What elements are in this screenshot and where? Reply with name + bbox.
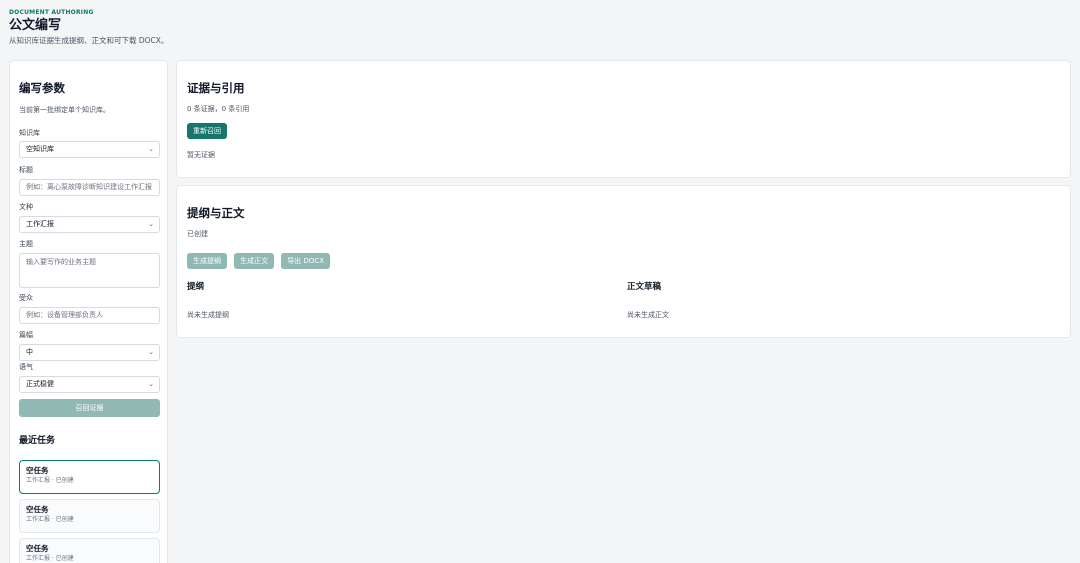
page-subtitle: 从知识库证据生成提纲、正文和可下载 DOCX。: [9, 36, 169, 45]
chevron-down-icon: ⌄: [148, 380, 154, 388]
task-name: 空任务: [26, 466, 49, 475]
audience-input[interactable]: 例如：设备管理部负责人: [19, 307, 160, 324]
length-select[interactable]: 中 ⌄: [19, 344, 160, 361]
tone-select-value: 正式稳健: [26, 380, 54, 388]
tone-label: 语气: [19, 363, 33, 371]
evidence-empty: 暂无证据: [187, 151, 215, 159]
task-item[interactable]: 空任务 工作汇报 · 已创建: [19, 499, 160, 533]
evidence-panel: 证据与引用 0 条证据，0 条引用 重新召回 暂无证据: [176, 60, 1071, 178]
length-label: 篇幅: [19, 331, 33, 339]
generate-body-button[interactable]: 生成正文: [234, 253, 275, 269]
task-item[interactable]: 空任务 工作汇报 · 已创建: [19, 460, 160, 494]
outline-title: 提纲与正文: [187, 206, 245, 220]
outline-empty: 尚未生成提纲: [187, 311, 229, 319]
task-item[interactable]: 空任务 工作汇报 · 已创建: [19, 538, 160, 563]
task-meta: 工作汇报 · 已创建: [26, 516, 74, 523]
export-docx-button[interactable]: 导出 DOCX: [281, 253, 330, 269]
page-header: DOCUMENT AUTHORING 公文编写 从知识库证据生成提纲、正文和可下…: [9, 9, 168, 46]
generate-outline-button[interactable]: 生成提纲: [187, 253, 227, 269]
evidence-stats: 0 条证据，0 条引用: [187, 105, 250, 113]
kb-select[interactable]: 空知识库 ⌄: [19, 141, 160, 158]
body-draft-heading: 正文草稿: [627, 282, 662, 292]
params-note: 当前第一批绑定单个知识库。: [19, 106, 110, 114]
tone-select[interactable]: 正式稳健 ⌄: [19, 376, 160, 393]
audience-label: 受众: [19, 294, 33, 302]
outline-status: 已创建: [187, 230, 208, 238]
evidence-title: 证据与引用: [187, 81, 245, 95]
outline-heading: 提纲: [187, 282, 205, 292]
topic-textarea[interactable]: 输入要写作的业务主题: [19, 253, 160, 288]
recent-tasks-title: 最近任务: [19, 436, 56, 446]
task-meta: 工作汇报 · 已创建: [26, 555, 74, 562]
outline-actions: 生成提纲 生成正文 导出 DOCX: [187, 248, 330, 269]
task-meta: 工作汇报 · 已创建: [26, 477, 74, 484]
page-eyebrow: DOCUMENT AUTHORING: [9, 9, 94, 16]
recall-evidence-button[interactable]: 召回证据: [19, 399, 160, 417]
doctype-select[interactable]: 工作汇报 ⌄: [19, 216, 160, 233]
page-title: 公文编写: [9, 18, 62, 33]
title-input[interactable]: 例如：离心泵故障诊断知识建设工作汇报: [19, 179, 160, 196]
task-name: 空任务: [26, 505, 49, 514]
body-draft-empty: 尚未生成正文: [627, 311, 669, 319]
length-select-value: 中: [26, 348, 33, 356]
doctype-select-value: 工作汇报: [26, 220, 54, 228]
params-panel: 编写参数 当前第一批绑定单个知识库。 知识库 空知识库 ⌄ 标题 例如：离心泵故…: [9, 60, 168, 563]
chevron-down-icon: ⌄: [148, 348, 154, 356]
kb-label: 知识库: [19, 129, 40, 137]
chevron-down-icon: ⌄: [148, 220, 154, 228]
params-title: 编写参数: [19, 81, 65, 95]
topic-label: 主题: [19, 240, 33, 248]
task-name: 空任务: [26, 544, 49, 553]
rerecall-button[interactable]: 重新召回: [187, 123, 227, 139]
outline-panel: 提纲与正文 已创建 生成提纲 生成正文 导出 DOCX 提纲 尚未生成提纲 正文…: [176, 185, 1071, 338]
kb-select-value: 空知识库: [26, 145, 54, 153]
title-label: 标题: [19, 166, 33, 174]
doctype-label: 文种: [19, 203, 33, 211]
chevron-down-icon: ⌄: [148, 145, 154, 153]
